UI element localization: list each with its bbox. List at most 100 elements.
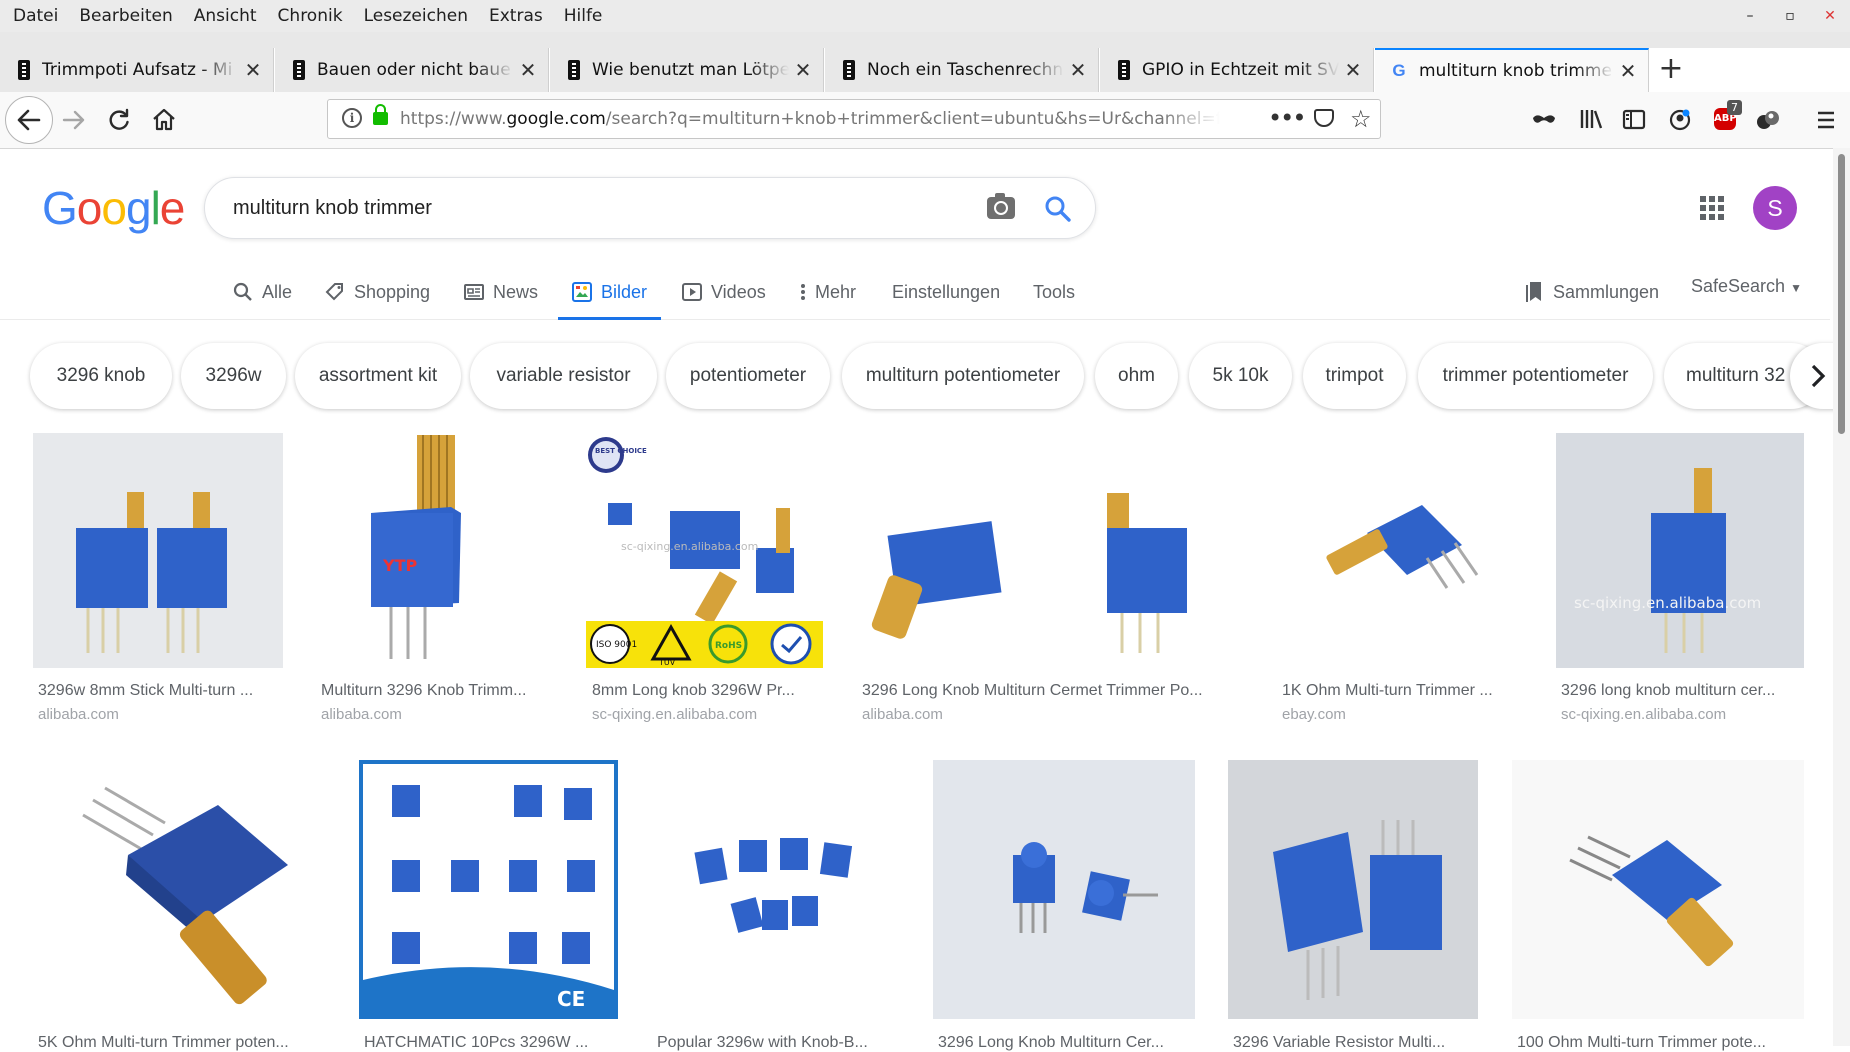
result-source[interactable]: sc-qixing.en.alibaba.com [592, 706, 757, 723]
result-caption[interactable]: 5K Ohm Multi-turn Trimmer poten... [38, 1034, 320, 1052]
chip[interactable]: assortment kit [295, 343, 461, 409]
url-text[interactable]: https://www.google.com/search?q=multitur… [400, 100, 1220, 138]
sidebar-icon[interactable] [1618, 92, 1650, 148]
menu-file[interactable]: Datei [13, 6, 58, 26]
pocket-icon[interactable] [1314, 109, 1334, 127]
image-result-thumbnail[interactable]: sc-qixing.en.alibaba.com [1556, 433, 1804, 668]
result-source[interactable]: ebay.com [1282, 706, 1346, 723]
google-favicon-icon: G [1392, 61, 1406, 80]
back-button[interactable] [5, 96, 53, 144]
result-source[interactable]: alibaba.com [38, 706, 119, 723]
menu-edit[interactable]: Bearbeiten [79, 6, 172, 26]
tab-videos[interactable]: Videos [682, 265, 766, 319]
scrollbar-thumb[interactable] [1838, 154, 1845, 434]
forward-button[interactable] [58, 92, 90, 148]
tab-settings[interactable]: Einstellungen [892, 265, 1000, 319]
search-input[interactable] [233, 178, 953, 238]
chip[interactable]: 5k 10k [1189, 343, 1292, 409]
tab-tools[interactable]: Tools [1033, 265, 1075, 319]
chip[interactable]: multiturn potentiometer [842, 343, 1084, 409]
extension-icon[interactable] [1752, 92, 1784, 148]
browser-tab[interactable]: Trimmpoti Aufsatz - Mi ✕ [0, 48, 274, 92]
private-mask-icon[interactable] [1528, 92, 1560, 148]
chip[interactable]: trimpot [1303, 343, 1406, 409]
browser-tab-active[interactable]: G multiturn knob trimme ✕ [1375, 48, 1649, 92]
result-caption[interactable]: 3296 Long Knob Multiturn Cermet Trimmer … [862, 682, 1238, 700]
url-bar[interactable]: i https://www.google.com/search?q=multit… [327, 99, 1381, 139]
result-caption[interactable]: 100 Ohm Multi-turn Trimmer pote... [1517, 1034, 1799, 1052]
image-result-thumbnail[interactable]: BEST CHOICE sc-qixing.en.alibaba.com ISO… [586, 433, 823, 668]
image-result-thumbnail[interactable] [33, 760, 325, 1019]
tab-close-icon[interactable]: ✕ [1614, 59, 1642, 83]
tab-more[interactable]: Mehr [800, 265, 856, 319]
chip[interactable]: 3296w [181, 343, 286, 409]
result-source[interactable]: alibaba.com [862, 706, 943, 723]
tab-close-icon[interactable]: ✕ [514, 58, 542, 82]
tab-images[interactable]: Bilder [557, 265, 662, 320]
menu-history[interactable]: Chronik [278, 6, 343, 26]
hamburger-menu-icon[interactable] [1810, 92, 1842, 148]
result-caption[interactable]: 8mm Long knob 3296W Pr... [592, 682, 818, 700]
image-result-thumbnail[interactable] [652, 760, 900, 1019]
home-button[interactable] [148, 92, 180, 148]
chip[interactable]: trimmer potentiometer [1418, 343, 1653, 409]
result-caption[interactable]: Multiturn 3296 Knob Trimm... [321, 682, 549, 700]
tab-all[interactable]: Alle [233, 265, 292, 319]
site-info-icon[interactable]: i [342, 108, 362, 128]
apps-grid-icon[interactable] [1700, 196, 1724, 220]
image-result-thumbnail[interactable] [33, 433, 283, 668]
account-avatar[interactable]: S [1753, 186, 1797, 230]
close-window-button[interactable]: ✕ [1810, 8, 1850, 24]
tab-close-icon[interactable]: ✕ [239, 58, 267, 82]
image-result-thumbnail[interactable] [1512, 760, 1804, 1019]
menu-bookmarks[interactable]: Lesezeichen [364, 6, 468, 26]
safesearch-dropdown[interactable]: SafeSearch ▼ [1691, 276, 1802, 297]
result-source[interactable]: alibaba.com [321, 706, 402, 723]
tab-news[interactable]: News [464, 265, 538, 319]
menu-help[interactable]: Hilfe [564, 6, 603, 26]
browser-tab[interactable]: GPIO in Echtzeit mit SV ✕ [1100, 48, 1374, 92]
tab-close-icon[interactable]: ✕ [789, 58, 817, 82]
result-caption[interactable]: Popular 3296w with Knob-B... [657, 1034, 895, 1052]
tab-close-icon[interactable]: ✕ [1064, 58, 1092, 82]
trimmer-photo [652, 760, 900, 1019]
chip[interactable]: 3296 knob [30, 343, 172, 409]
search-icon[interactable] [1043, 194, 1073, 224]
result-caption[interactable]: 3296 Variable Resistor Multi... [1233, 1034, 1473, 1052]
camera-icon[interactable] [987, 193, 1015, 219]
chip[interactable]: variable resistor [470, 343, 657, 409]
result-caption[interactable]: 3296w 8mm Stick Multi-turn ... [38, 682, 278, 700]
image-result-thumbnail[interactable]: CE [359, 760, 618, 1019]
reload-button[interactable] [103, 92, 135, 148]
result-caption[interactable]: HATCHMATIC 10Pcs 3296W ... [364, 1034, 613, 1052]
image-result-thumbnail[interactable]: YTP [315, 433, 553, 668]
chip[interactable]: potentiometer [666, 343, 830, 409]
image-result-thumbnail[interactable] [857, 433, 1243, 668]
result-caption[interactable]: 3296 Long Knob Multiturn Cer... [938, 1034, 1190, 1052]
menu-tools[interactable]: Extras [489, 6, 543, 26]
browser-tab[interactable]: Wie benutzt man Lötpe ✕ [550, 48, 824, 92]
google-logo[interactable]: Google [42, 181, 185, 235]
minimize-button[interactable]: – [1730, 8, 1770, 24]
sync-account-icon[interactable] [1664, 92, 1696, 148]
vertical-scrollbar[interactable] [1833, 148, 1850, 1046]
image-result-thumbnail[interactable] [1277, 433, 1521, 668]
result-source[interactable]: sc-qixing.en.alibaba.com [1561, 706, 1726, 723]
menu-view[interactable]: Ansicht [194, 6, 257, 26]
bookmark-star-icon[interactable]: ☆ [1350, 100, 1372, 138]
tab-close-icon[interactable]: ✕ [1339, 58, 1367, 82]
chip[interactable]: ohm [1095, 343, 1178, 409]
page-actions-icon[interactable]: ••• [1268, 100, 1306, 138]
library-icon[interactable] [1575, 92, 1607, 148]
image-result-thumbnail[interactable] [1228, 760, 1478, 1019]
maximize-button[interactable]: ▫ [1770, 8, 1810, 24]
result-caption[interactable]: 3296 long knob multiturn cer... [1561, 682, 1799, 700]
browser-tab[interactable]: Bauen oder nicht baue ✕ [275, 48, 549, 92]
result-caption[interactable]: 1K Ohm Multi-turn Trimmer ... [1282, 682, 1516, 700]
tab-shopping[interactable]: Shopping [325, 265, 430, 319]
new-tab-icon[interactable]: + [1655, 48, 1687, 92]
browser-tab[interactable]: Noch ein Taschenrechn ✕ [825, 48, 1099, 92]
secure-lock-icon[interactable] [373, 104, 388, 125]
collections-button[interactable]: Sammlungen [1526, 265, 1659, 319]
image-result-thumbnail[interactable] [933, 760, 1195, 1019]
